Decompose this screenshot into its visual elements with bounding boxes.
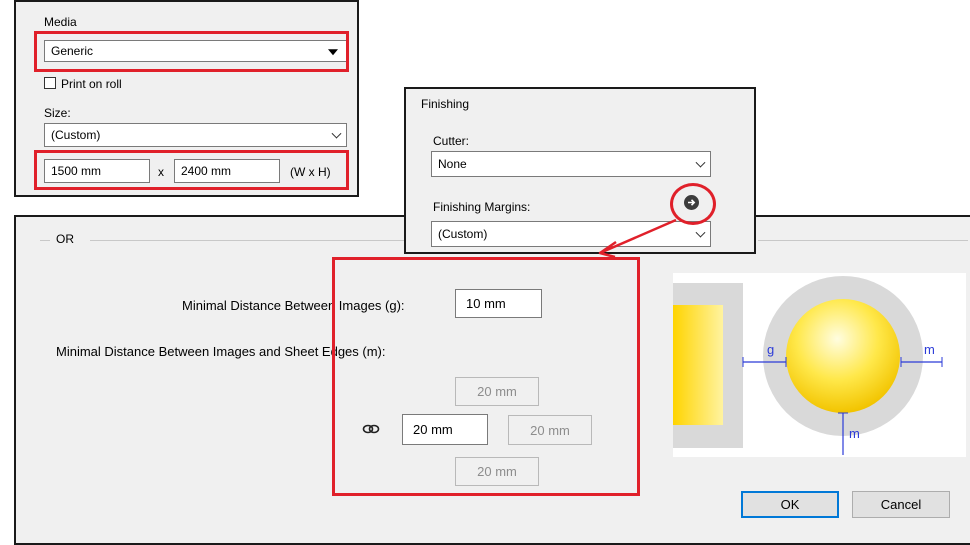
finishing-title: Finishing: [421, 97, 470, 111]
group-divider-right: [90, 240, 410, 241]
image-circle: [786, 299, 900, 413]
cancel-button[interactable]: Cancel: [852, 491, 950, 518]
finishing-panel: Finishing Cutter: None Finishing Margins…: [404, 87, 756, 254]
finishing-margins-value: (Custom): [438, 227, 488, 241]
group-divider-far-right: [758, 240, 968, 241]
print-on-roll-checkbox[interactable]: [44, 77, 56, 89]
cutter-select[interactable]: None: [431, 151, 711, 177]
highlight-media-select: [34, 31, 349, 72]
size-value: (Custom): [51, 128, 101, 142]
cutter-label: Cutter:: [433, 134, 470, 148]
highlight-margins-box: [332, 257, 640, 496]
cancel-label: Cancel: [880, 497, 922, 512]
highlight-size-inputs: [34, 150, 349, 190]
print-on-roll-label: Print on roll: [61, 77, 122, 91]
label-m-bottom: m: [849, 426, 860, 441]
cutter-value: None: [438, 157, 467, 171]
label-g: g: [767, 342, 775, 357]
chevron-down-icon: [695, 157, 706, 168]
size-select[interactable]: (Custom): [44, 123, 347, 147]
chevron-down-icon: [331, 128, 342, 139]
ok-label: OK: [780, 497, 800, 512]
group-divider-left: [40, 240, 50, 241]
spacing-diagram: g m m: [673, 273, 966, 457]
ok-button[interactable]: OK: [741, 491, 839, 518]
media-title: Media: [44, 15, 77, 29]
size-label: Size:: [44, 106, 71, 120]
image-left: [673, 305, 723, 425]
finishing-margins-label: Finishing Margins:: [433, 200, 531, 214]
label-m-right: m: [924, 342, 935, 357]
annotation-arrow: [598, 218, 677, 259]
group-title: OR: [56, 232, 74, 246]
